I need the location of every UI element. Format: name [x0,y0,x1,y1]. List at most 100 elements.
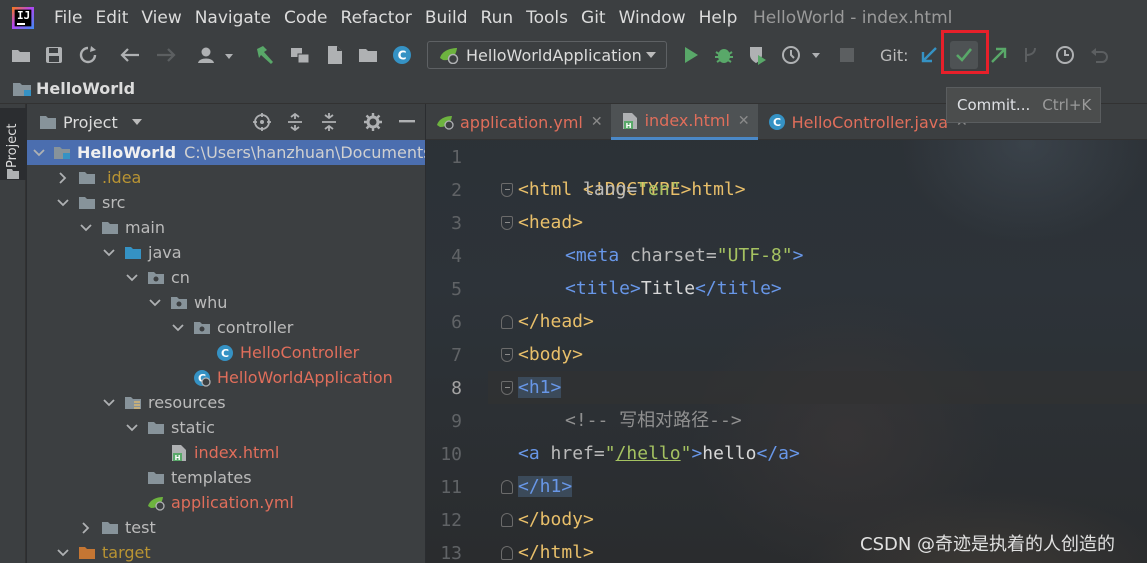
collapse-all-icon[interactable] [319,112,339,132]
breadcrumb-project[interactable]: HelloWorld [36,79,135,98]
run-icon[interactable] [680,44,702,66]
chevron-down-icon[interactable] [79,221,93,235]
module-folder-icon [13,82,31,96]
project-panel-title[interactable]: Project [63,113,118,132]
tree-item-src[interactable]: src [27,190,425,215]
fold-marker-icon[interactable] [501,348,513,362]
folder-icon [7,169,19,179]
menu-help[interactable]: Help [699,8,738,28]
save-icon[interactable] [43,44,65,66]
rollback-icon[interactable] [1088,44,1110,66]
git-update-icon[interactable] [918,44,940,66]
menu-view[interactable]: View [141,8,181,28]
chevron-down-icon[interactable] [102,246,116,260]
tree-item-test[interactable]: test [27,515,425,540]
menu-code[interactable]: Code [284,8,328,28]
locate-target-icon[interactable] [252,112,272,132]
menu-window[interactable]: Window [619,8,686,28]
fold-marker-icon[interactable] [501,381,513,395]
line-number: 6 [451,312,462,333]
tag: <head> [518,212,584,233]
fold-marker-icon[interactable] [501,216,513,230]
chevron-down-icon[interactable] [33,146,45,160]
tree-item-label: whu [194,293,228,312]
menu-edit[interactable]: Edit [95,8,128,28]
menu-navigate[interactable]: Navigate [195,8,271,28]
open-folder-icon[interactable] [10,44,32,66]
tree-item-hellocontroller[interactable]: C HelloController [27,340,425,365]
back-arrow-icon[interactable] [119,44,141,66]
menu-run[interactable]: Run [481,8,514,28]
tree-item-cn[interactable]: cn [27,265,425,290]
menu-refactor[interactable]: Refactor [341,8,412,28]
close-icon[interactable]: ✕ [591,114,603,130]
window-title: HelloWorld - index.html [753,8,953,28]
excluded-folder-icon [78,545,96,561]
chevron-down-icon[interactable] [125,421,139,435]
tree-item-label: .idea [102,168,142,187]
git-branch-icon[interactable] [1020,44,1042,66]
line-number: 12 [440,510,462,531]
fold-marker-icon[interactable] [501,183,513,197]
run-configuration-dropdown[interactable]: HelloWorldApplication [427,41,667,69]
gear-icon[interactable] [363,112,383,132]
tree-item-whu[interactable]: whu [27,290,425,315]
tree-item-controller[interactable]: controller [27,315,425,340]
menu-build[interactable]: Build [425,8,468,28]
file-icon[interactable] [324,44,346,66]
tree-item-main[interactable]: main [27,215,425,240]
tree-item-static[interactable]: static [27,415,425,440]
text-content: hello [702,443,757,464]
fold-marker-icon[interactable] [501,315,513,329]
chevron-down-icon[interactable] [148,296,162,310]
tab-hellocontroller-java[interactable]: C HelloController.java ✕ [758,104,976,140]
chevron-down-icon[interactable] [102,396,116,410]
fold-marker-icon[interactable] [501,546,513,560]
tree-item-idea[interactable]: .idea [27,165,425,190]
profiler-icon[interactable] [780,44,822,66]
menu-tools[interactable]: Tools [526,8,568,28]
chevron-down-icon[interactable] [125,271,139,285]
chevron-down-icon[interactable] [56,196,70,210]
chevron-right-icon[interactable] [56,171,70,185]
git-commit-button[interactable] [950,41,978,69]
menu-file[interactable]: File [54,8,82,28]
minimize-icon[interactable] [397,112,417,132]
href-link[interactable]: /hello [616,443,681,464]
tree-item-java[interactable]: java [27,240,425,265]
tree-item-helloworld[interactable]: HelloWorld C:\Users\hanzhuan\Documents\ [27,140,425,165]
tree-item-helloworldapplication[interactable]: C HelloWorldApplication [27,365,425,390]
line-number: 9 [451,411,462,432]
sync-icon[interactable] [77,44,99,66]
chevron-down-icon[interactable] [56,546,70,560]
tree-item-target[interactable]: target [27,540,425,563]
tree-item-application-yml[interactable]: application.yml [27,490,425,515]
folder-icon[interactable] [357,44,379,66]
fold-marker-icon[interactable] [501,480,513,494]
forward-arrow-icon[interactable] [155,44,177,66]
tab-index-html[interactable]: H index.html ✕ [610,104,758,140]
line-number-gutter[interactable]: 1 2 3 4 5 6 7 8 9 10 11 12 13 [426,140,513,563]
menu-git[interactable]: Git [581,8,606,28]
tree-item-templates[interactable]: templates [27,465,425,490]
debug-bug-icon[interactable] [713,44,735,66]
chevron-down-icon[interactable] [131,119,142,125]
close-icon[interactable]: ✕ [738,113,750,129]
history-clock-icon[interactable] [1054,44,1076,66]
project-structure-icon[interactable] [289,44,311,66]
fold-marker-icon[interactable] [501,513,513,527]
class-c-icon[interactable]: C [391,44,413,66]
add-configuration-icon[interactable] [196,44,236,66]
stop-icon[interactable] [836,44,858,66]
chevron-down-icon[interactable] [171,321,185,335]
tab-application-yml[interactable]: application.yml ✕ [426,104,611,140]
expand-all-icon[interactable] [285,112,305,132]
project-tool-window-tab[interactable]: Project [0,108,26,180]
build-hammer-icon[interactable] [253,44,275,66]
tree-item-resources[interactable]: resources [27,390,425,415]
tooltip-shortcut: Ctrl+K [1042,96,1092,114]
git-push-icon[interactable] [988,44,1010,66]
chevron-right-icon[interactable] [79,521,93,535]
tree-item-index-html[interactable]: Hindex.html [27,440,425,465]
run-with-coverage-icon[interactable] [746,44,768,66]
